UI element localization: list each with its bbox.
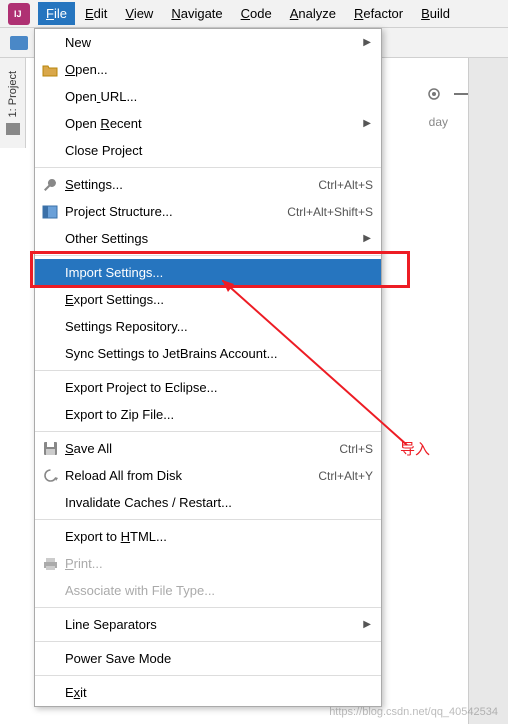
menuitem-sync-settings-to-jetbrains-account[interactable]: Sync Settings to JetBrains Account... xyxy=(35,340,381,367)
menuitem-label: Export to HTML... xyxy=(65,529,373,544)
menuitem-label: New xyxy=(65,35,373,50)
shortcut-text: Ctrl+Alt+Shift+S xyxy=(287,205,373,219)
menuitem-open-url[interactable]: Open URL... xyxy=(35,83,381,110)
chevron-right-icon: ▶ xyxy=(363,37,371,48)
menuitem-exit[interactable]: Exit xyxy=(35,679,381,706)
menu-separator xyxy=(35,370,381,371)
menuitem-label: Power Save Mode xyxy=(65,651,373,666)
menuitem-power-save-mode[interactable]: Power Save Mode xyxy=(35,645,381,672)
menu-separator xyxy=(35,607,381,608)
menu-file[interactable]: File xyxy=(38,2,75,25)
menu-separator xyxy=(35,431,381,432)
right-gutter xyxy=(468,58,508,724)
menuitem-export-project-to-eclipse[interactable]: Export Project to Eclipse... xyxy=(35,374,381,401)
menuitem-save-all[interactable]: Save AllCtrl+S xyxy=(35,435,381,462)
menuitem-label: Save All xyxy=(65,441,339,456)
shortcut-text: Ctrl+Alt+S xyxy=(318,178,373,192)
panel-controls xyxy=(426,86,468,102)
menuitem-label: Settings Repository... xyxy=(65,319,373,334)
menuitem-settings[interactable]: Settings...Ctrl+Alt+S xyxy=(35,171,381,198)
background-label: day xyxy=(429,115,448,129)
menuitem-export-settings[interactable]: Export Settings... xyxy=(35,286,381,313)
menuitem-label: Close Project xyxy=(65,143,373,158)
folder-icon xyxy=(6,123,20,135)
menuitem-label: Project Structure... xyxy=(65,204,287,219)
watermark: https://blog.csdn.net/qq_40542534 xyxy=(329,706,498,718)
menuitem-print: Print... xyxy=(35,550,381,577)
menuitem-label: Open... xyxy=(65,62,373,77)
menu-navigate[interactable]: Navigate xyxy=(163,2,230,25)
folder-icon xyxy=(41,61,59,79)
menu-analyze[interactable]: Analyze xyxy=(282,2,344,25)
menu-separator xyxy=(35,675,381,676)
menuitem-label: Export Settings... xyxy=(65,292,373,307)
wrench-icon xyxy=(41,176,59,194)
menuitem-invalidate-caches-restart[interactable]: Invalidate Caches / Restart... xyxy=(35,489,381,516)
project-icon xyxy=(10,36,28,50)
menuitem-label: Open Recent xyxy=(65,116,373,131)
menuitem-label: Sync Settings to JetBrains Account... xyxy=(65,346,373,361)
shortcut-text: Ctrl+S xyxy=(339,442,373,456)
menuitem-label: Associate with File Type... xyxy=(65,583,373,598)
menu-separator xyxy=(35,519,381,520)
menuitem-close-project[interactable]: Close Project xyxy=(35,137,381,164)
menuitem-label: Invalidate Caches / Restart... xyxy=(65,495,373,510)
gear-icon[interactable] xyxy=(426,86,442,102)
menu-refactor[interactable]: Refactor xyxy=(346,2,411,25)
menuitem-label: Exit xyxy=(65,685,373,700)
menuitem-label: Export Project to Eclipse... xyxy=(65,380,373,395)
save-icon xyxy=(41,440,59,458)
reload-icon xyxy=(41,467,59,485)
file-menu-dropdown: New▶Open...Open URL...Open Recent▶Close … xyxy=(34,28,382,707)
menuitem-reload-all-from-disk[interactable]: Reload All from DiskCtrl+Alt+Y xyxy=(35,462,381,489)
print-icon xyxy=(41,555,59,573)
menuitem-project-structure[interactable]: Project Structure...Ctrl+Alt+Shift+S xyxy=(35,198,381,225)
menu-edit[interactable]: Edit xyxy=(77,2,115,25)
menuitem-new[interactable]: New▶ xyxy=(35,29,381,56)
menuitem-label: Other Settings xyxy=(65,231,373,246)
menuitem-settings-repository[interactable]: Settings Repository... xyxy=(35,313,381,340)
menuitem-open[interactable]: Open... xyxy=(35,56,381,83)
app-icon: IJ xyxy=(8,3,30,25)
menuitem-open-recent[interactable]: Open Recent▶ xyxy=(35,110,381,137)
menuitem-label: Import Settings... xyxy=(65,265,373,280)
chevron-right-icon: ▶ xyxy=(363,619,371,630)
menuitem-label: Line Separators xyxy=(65,617,373,632)
minimize-icon[interactable] xyxy=(454,93,468,95)
menuitem-label: Reload All from Disk xyxy=(65,468,318,483)
side-tab-label: 1: Project xyxy=(7,71,19,117)
struct-icon xyxy=(41,203,59,221)
menuitem-import-settings[interactable]: Import Settings... xyxy=(35,259,381,286)
chevron-right-icon: ▶ xyxy=(363,233,371,244)
menuitem-export-to-html[interactable]: Export to HTML... xyxy=(35,523,381,550)
shortcut-text: Ctrl+Alt+Y xyxy=(318,469,373,483)
side-tool-tab[interactable]: 1: Project xyxy=(0,58,26,148)
annotation-text: 导入 xyxy=(400,438,430,459)
menuitem-label: Export to Zip File... xyxy=(65,407,373,422)
menu-view[interactable]: View xyxy=(117,2,161,25)
menuitem-other-settings[interactable]: Other Settings▶ xyxy=(35,225,381,252)
menu-separator xyxy=(35,641,381,642)
menuitem-label: Open URL... xyxy=(65,89,373,104)
menu-build[interactable]: Build xyxy=(413,2,458,25)
menu-separator xyxy=(35,167,381,168)
menuitem-export-to-zip-file[interactable]: Export to Zip File... xyxy=(35,401,381,428)
menuitem-label: Print... xyxy=(65,556,373,571)
svg-text:IJ: IJ xyxy=(14,9,22,19)
menuitem-line-separators[interactable]: Line Separators▶ xyxy=(35,611,381,638)
menu-code[interactable]: Code xyxy=(233,2,280,25)
menuitem-associate-with-file-type: Associate with File Type... xyxy=(35,577,381,604)
chevron-right-icon: ▶ xyxy=(363,118,371,129)
menuitem-label: Settings... xyxy=(65,177,318,192)
menu-separator xyxy=(35,255,381,256)
menubar: IJ FileEditViewNavigateCodeAnalyzeRefact… xyxy=(0,0,508,28)
